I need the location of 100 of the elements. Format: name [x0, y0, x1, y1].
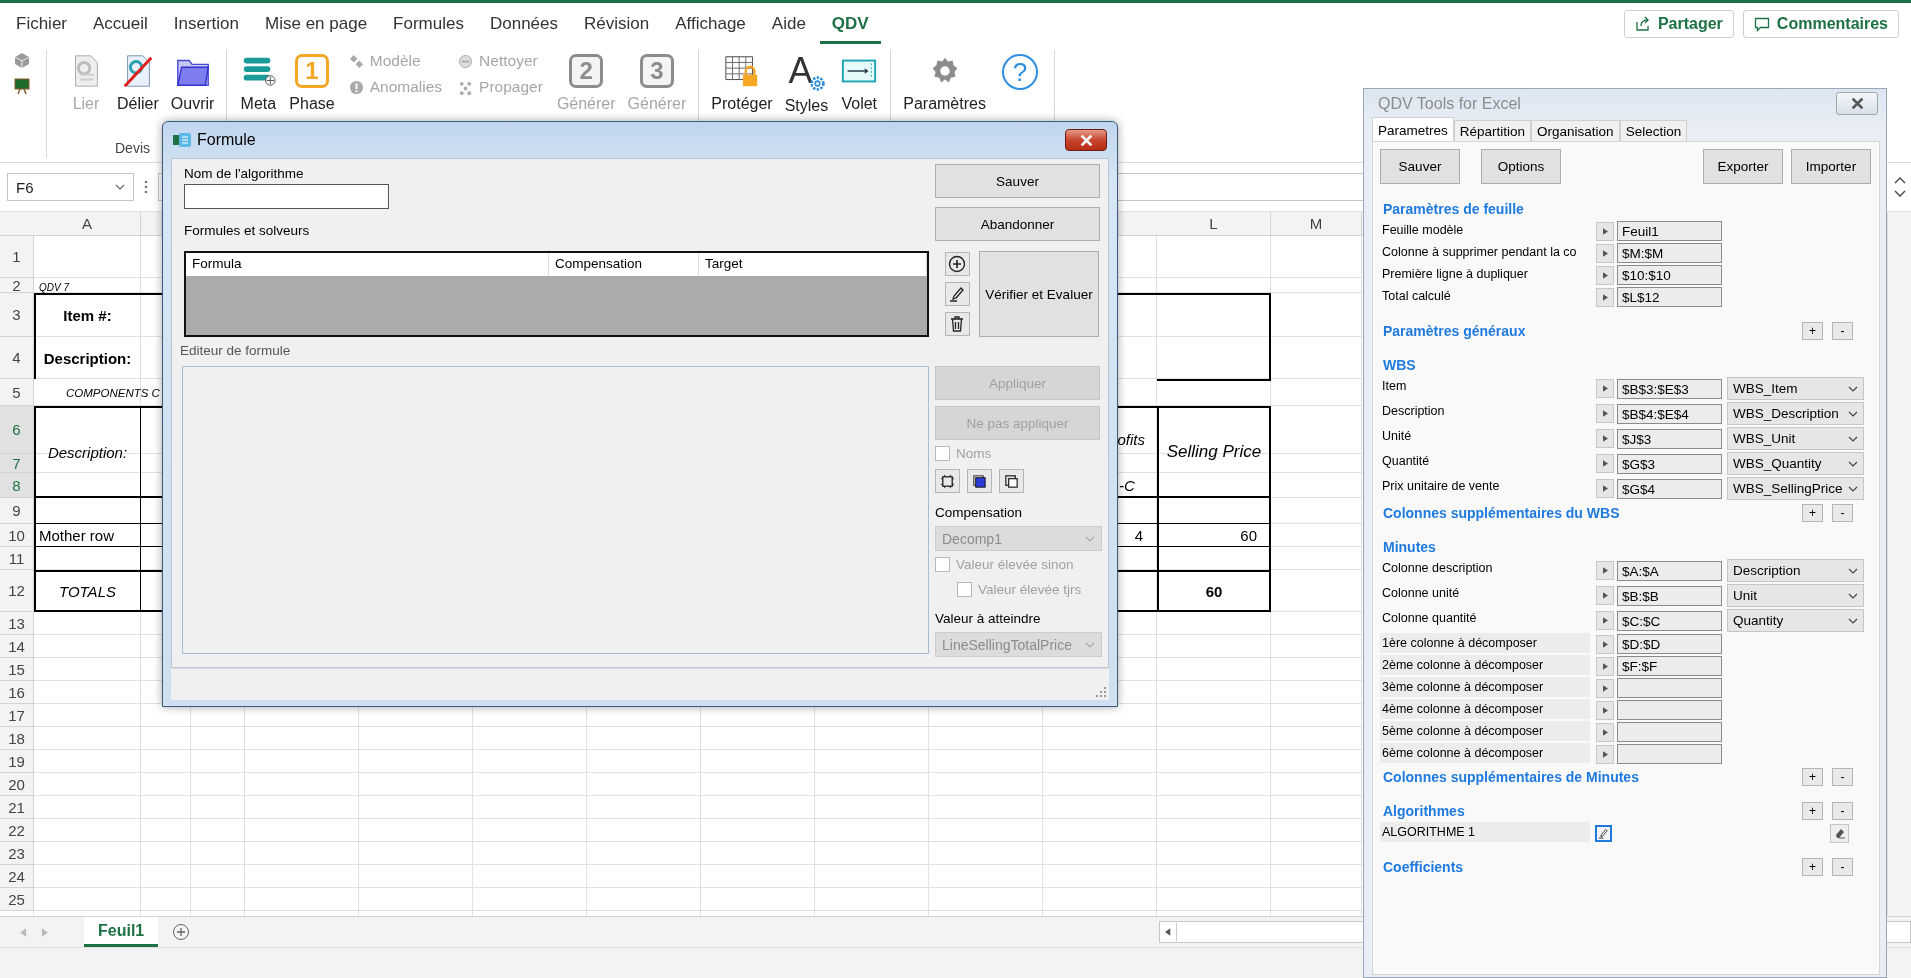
row-header[interactable]: 21	[0, 796, 34, 819]
ribbon-tab[interactable]: Affichage	[663, 3, 758, 44]
text-field[interactable]: $B$3:$E$3	[1617, 378, 1722, 399]
row-header[interactable]: 13	[0, 612, 34, 635]
vertical-scrollbar[interactable]	[1887, 212, 1911, 916]
add-button[interactable]	[944, 252, 970, 276]
section-control[interactable]: -	[1832, 504, 1853, 522]
ribbon-tab[interactable]: Accueil	[81, 3, 160, 44]
pick-button[interactable]	[1596, 678, 1614, 698]
text-field[interactable]: $D:$D	[1617, 634, 1722, 654]
panel-button[interactable]: Importer	[1791, 149, 1871, 184]
dropdown[interactable]: WBS_Description	[1727, 402, 1864, 425]
ribbon-button[interactable]: Délier	[111, 50, 165, 115]
eraser-button[interactable]	[1830, 823, 1849, 843]
text-field[interactable]: $G$3	[1617, 453, 1722, 474]
add-sheet-button[interactable]	[172, 923, 191, 941]
panel-tab[interactable]: Répartition	[1453, 120, 1532, 141]
pick-button[interactable]	[1596, 243, 1614, 263]
ribbon-tab[interactable]: Formules	[381, 3, 476, 44]
ribbon-tab[interactable]: Insertion	[161, 3, 252, 44]
tool-button[interactable]	[967, 469, 992, 493]
section-control[interactable]: +	[1802, 802, 1823, 820]
ribbon-tab[interactable]: Révision	[572, 3, 662, 44]
pick-button[interactable]	[1596, 379, 1614, 398]
row-header[interactable]: 1	[0, 236, 34, 278]
text-field[interactable]: $A:$A	[1617, 560, 1722, 581]
section-control[interactable]: -	[1832, 322, 1853, 340]
pick-button[interactable]	[1596, 561, 1614, 580]
ribbon-button[interactable]: Ouvrir	[164, 50, 221, 115]
panel-tab[interactable]: Parametres	[1372, 117, 1454, 141]
text-field[interactable]: $G$4	[1617, 478, 1722, 499]
row-header[interactable]: 3	[0, 293, 34, 337]
row-header[interactable]: 14	[0, 635, 34, 658]
row-header[interactable]: 17	[0, 704, 34, 727]
comments-button[interactable]: Commentaires	[1742, 9, 1899, 38]
tool-button[interactable]	[935, 469, 960, 493]
pick-button[interactable]	[1596, 722, 1614, 742]
ribbon-tab[interactable]: Mise en page	[253, 3, 380, 44]
text-field[interactable]: $M:$M	[1617, 243, 1722, 263]
dropdown[interactable]: Description	[1727, 559, 1864, 582]
ribbon-button[interactable]: A Styles	[778, 50, 835, 117]
text-field[interactable]	[1617, 722, 1722, 742]
delete-button[interactable]	[944, 312, 970, 336]
dialog-button[interactable]: Vérifier et Evaluer	[979, 251, 1099, 337]
row-header[interactable]: 22	[0, 819, 34, 842]
section-control[interactable]: -	[1832, 768, 1853, 786]
row-header[interactable]: 10	[0, 524, 34, 547]
text-field[interactable]	[1617, 678, 1722, 698]
text-field[interactable]	[1617, 744, 1722, 764]
text-field[interactable]	[1617, 700, 1722, 720]
row-header[interactable]: 4	[0, 337, 34, 379]
pick-button[interactable]	[1596, 656, 1614, 676]
row-header[interactable]: 16	[0, 681, 34, 704]
ribbon-button[interactable]: Meta	[233, 50, 284, 115]
close-button[interactable]	[1065, 129, 1107, 151]
pick-button[interactable]	[1596, 700, 1614, 720]
dropdown[interactable]: WBS_SellingPrice	[1727, 477, 1864, 500]
panel-button[interactable]: Sauver	[1380, 149, 1460, 184]
pick-button[interactable]	[1596, 404, 1614, 423]
pick-button[interactable]	[1596, 744, 1614, 764]
ribbon-tab[interactable]: Aide	[759, 3, 818, 44]
dropdown[interactable]: WBS_Item	[1727, 377, 1864, 400]
panel-tab[interactable]: Selection	[1619, 120, 1688, 141]
row-header[interactable]: 12	[0, 570, 34, 612]
dropdown[interactable]: WBS_Unit	[1727, 427, 1864, 450]
section-control[interactable]: +	[1802, 322, 1823, 340]
section-control[interactable]: +	[1802, 768, 1823, 786]
row-header[interactable]: 24	[0, 865, 34, 888]
row-header[interactable]: 19	[0, 750, 34, 773]
pick-button[interactable]	[1596, 429, 1614, 448]
edit-button[interactable]	[944, 282, 970, 306]
row-header[interactable]: 20	[0, 773, 34, 796]
pick-button[interactable]	[1596, 611, 1614, 630]
text-field[interactable]: $F:$F	[1617, 656, 1722, 676]
row-header[interactable]: 18	[0, 727, 34, 750]
text-field[interactable]: $B$4:$E$4	[1617, 403, 1722, 424]
row-header[interactable]: 25	[0, 888, 34, 911]
row-header[interactable]: 6	[0, 406, 34, 454]
panel-tab[interactable]: Organisation	[1531, 120, 1620, 141]
dropdown[interactable]: Quantity	[1727, 609, 1864, 632]
text-field[interactable]: $L$12	[1617, 287, 1722, 307]
pick-button[interactable]	[1596, 634, 1614, 654]
ribbon-tab[interactable]: Données	[477, 3, 571, 44]
sheet-tab[interactable]: Feuil1	[84, 917, 159, 947]
section-control[interactable]: -	[1832, 802, 1853, 820]
tool-button[interactable]	[999, 469, 1024, 493]
close-button[interactable]	[1836, 92, 1878, 115]
ribbon-tab[interactable]: QDV	[819, 3, 881, 44]
ribbon-button[interactable]: 1 Phase	[283, 50, 341, 115]
row-header[interactable]: 23	[0, 842, 34, 865]
text-field[interactable]: $B:$B	[1617, 585, 1722, 606]
ribbon-button[interactable]: Paramètres	[897, 50, 992, 115]
dropdown[interactable]: Unit	[1727, 584, 1864, 607]
text-field[interactable]: $C:$C	[1617, 610, 1722, 631]
text-field[interactable]: Feuil1	[1617, 221, 1722, 241]
panel-button[interactable]: Options	[1481, 149, 1561, 184]
share-button[interactable]: Partager	[1623, 9, 1734, 38]
dialog-button[interactable]: Sauver	[935, 164, 1100, 198]
ribbon-tab[interactable]: Fichier	[4, 3, 79, 44]
pick-button[interactable]	[1596, 454, 1614, 473]
